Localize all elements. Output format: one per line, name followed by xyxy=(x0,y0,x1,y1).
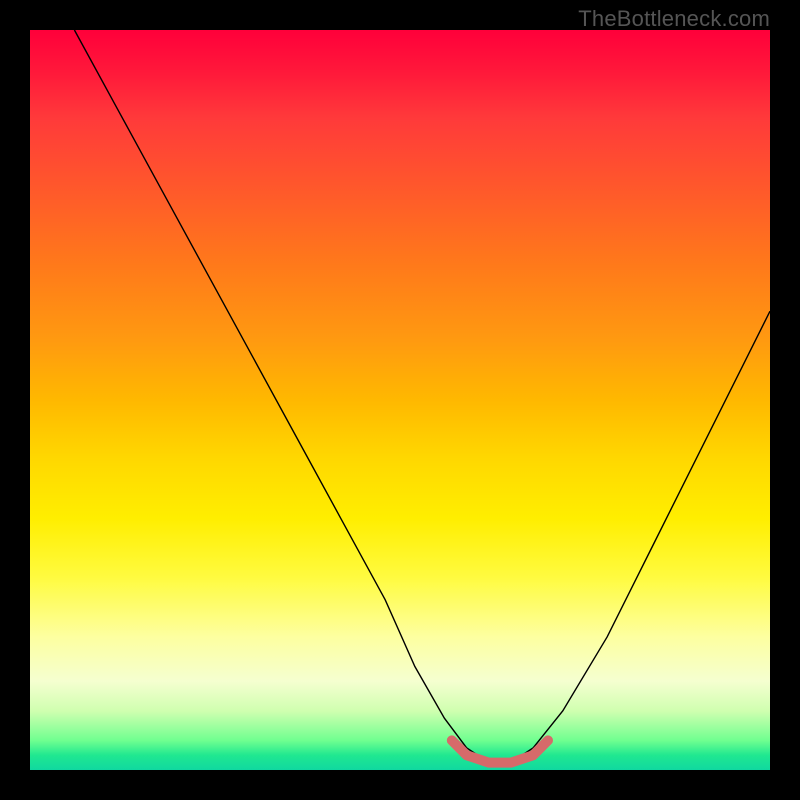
plot-area xyxy=(30,30,770,770)
chart-frame: TheBottleneck.com xyxy=(0,0,800,800)
bottleneck-curve xyxy=(74,30,770,763)
chart-svg xyxy=(30,30,770,770)
sweet-spot-marker xyxy=(452,740,548,762)
watermark-text: TheBottleneck.com xyxy=(578,6,770,32)
